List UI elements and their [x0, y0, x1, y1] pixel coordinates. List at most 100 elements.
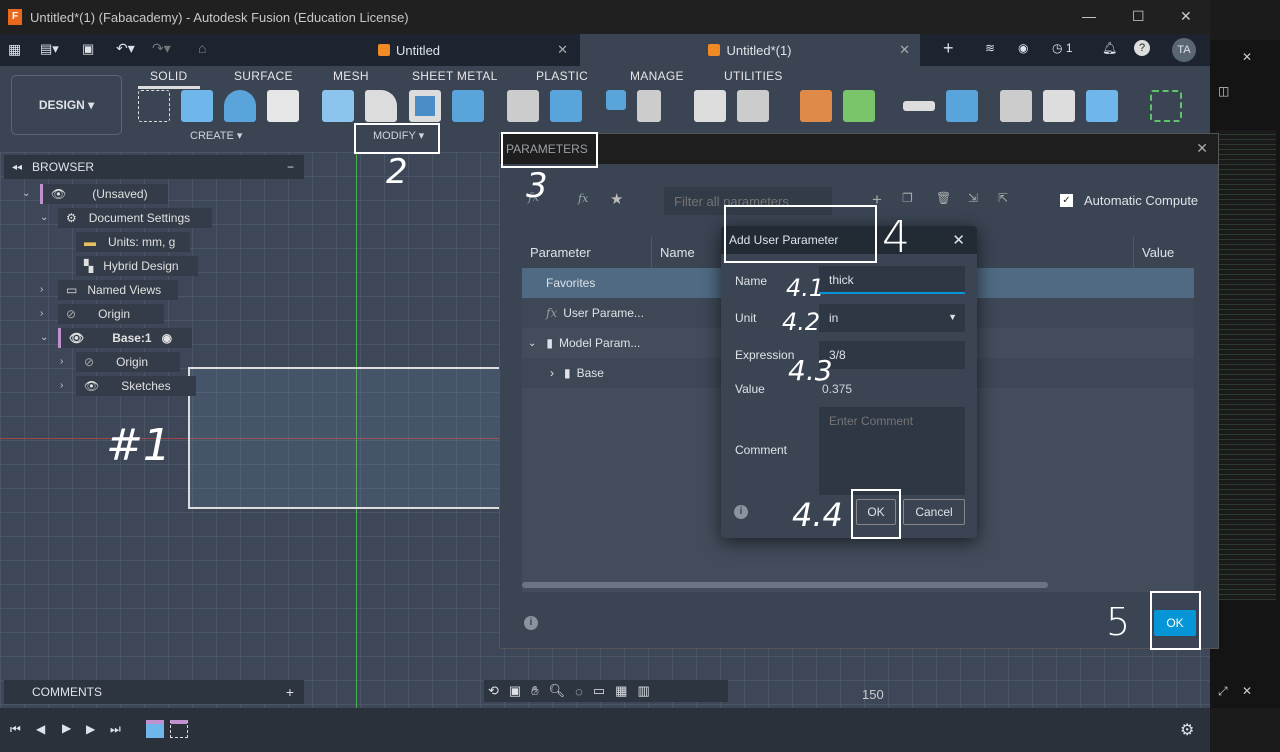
job-status-icon[interactable]: ◷ 1 — [1052, 41, 1073, 55]
insert-svg-icon[interactable] — [1000, 90, 1032, 122]
close-tab-icon[interactable]: ✕ — [557, 42, 568, 58]
collapse-panel-icon[interactable]: ◂◂ — [12, 162, 22, 173]
chevron-down-icon[interactable]: ⌄ — [22, 188, 30, 199]
midplane-icon[interactable] — [843, 90, 875, 122]
export-icon[interactable]: ⇱ — [998, 191, 1008, 205]
column-header-value[interactable]: Value — [1134, 236, 1194, 268]
browser-item-root[interactable]: 👁︎ (Unsaved) — [40, 184, 168, 204]
joint-icon[interactable] — [606, 90, 626, 110]
new-tab-button[interactable]: + — [943, 38, 954, 59]
tab-plastic[interactable]: PLASTIC — [536, 69, 588, 83]
browser-item-sketches[interactable]: 👁︎ Sketches — [76, 376, 196, 396]
grid-settings-icon[interactable]: ▦ — [615, 683, 627, 699]
close-icon[interactable]: ✕ — [1242, 50, 1252, 64]
cancel-button[interactable]: Cancel — [903, 499, 965, 525]
tab-utilities[interactable]: UTILITIES — [724, 69, 783, 83]
comment-textarea[interactable] — [819, 407, 965, 495]
help-icon[interactable]: ? — [1134, 40, 1150, 56]
play-icon[interactable]: ▶ — [62, 721, 71, 735]
user-parameter-filter-icon[interactable]: fx — [578, 192, 588, 205]
eye-icon[interactable]: 👁︎ — [51, 187, 66, 201]
browser-item-base-component[interactable]: 👁︎ Base:1 ◉ — [58, 328, 192, 348]
chevron-right-icon[interactable]: › — [60, 356, 63, 367]
online-status-icon[interactable]: ◉ — [1018, 41, 1028, 55]
chevron-right-icon[interactable]: › — [550, 366, 554, 380]
import-icon[interactable]: ⇲ — [968, 191, 978, 205]
browser-minimize-button[interactable]: − — [287, 160, 294, 174]
sketch-rectangle[interactable] — [188, 367, 508, 509]
new-component-icon[interactable] — [507, 90, 539, 122]
delete-icon[interactable]: 🗑︎ — [936, 191, 951, 205]
step-forward-icon[interactable]: ▶ — [86, 722, 95, 736]
table-icon[interactable] — [737, 90, 769, 122]
copy-icon[interactable]: ❐ — [902, 191, 913, 205]
browser-item-named-views[interactable]: ▭ Named Views — [58, 280, 178, 300]
tab-solid[interactable]: SOLID — [150, 69, 188, 83]
select-icon[interactable] — [1150, 90, 1182, 122]
workspace-switcher[interactable]: DESIGN ▾ — [11, 75, 122, 135]
browser-item-document-settings[interactable]: ⚙ Document Settings — [58, 208, 212, 228]
tab-mesh[interactable]: MESH — [333, 69, 369, 83]
eye-icon[interactable]: 👁︎ — [69, 331, 84, 345]
home-icon[interactable]: ⌂ — [198, 40, 206, 56]
press-pull-icon[interactable] — [322, 90, 354, 122]
motion-link-icon[interactable] — [637, 90, 661, 122]
timeline-component-feature[interactable] — [146, 720, 164, 738]
create-menu[interactable]: CREATE ▾ — [190, 129, 242, 142]
browser-item-component-origin[interactable]: ⊘ Origin — [76, 352, 180, 372]
favorites-star-icon[interactable]: ★ — [610, 190, 623, 208]
tab-untitled[interactable]: Untitled ✕ — [240, 34, 578, 66]
tab-sheet-metal[interactable]: SHEET METAL — [412, 69, 498, 83]
notifications-icon[interactable]: 🔔︎ — [1102, 41, 1117, 55]
browser-item-origin[interactable]: ⊘ Origin — [58, 304, 164, 324]
insert-mesh-icon[interactable] — [1043, 90, 1075, 122]
browser-item-units[interactable]: ▬ Units: mm, g — [76, 232, 190, 252]
add-comment-button[interactable]: + — [286, 684, 294, 700]
chevron-right-icon[interactable]: › — [60, 380, 63, 391]
app-grid-icon[interactable]: ▦ — [8, 41, 21, 58]
interference-icon[interactable] — [946, 90, 978, 122]
fillet-icon[interactable] — [365, 90, 397, 122]
go-to-end-icon[interactable]: ⏭ — [110, 722, 121, 737]
step-back-icon[interactable]: ◀ — [36, 722, 45, 736]
chevron-down-icon[interactable]: ⌄ — [528, 338, 536, 349]
configure-icon[interactable] — [694, 90, 726, 122]
zoom-icon[interactable]: 🔍︎ — [549, 683, 566, 699]
eye-hidden-icon[interactable]: ⊘ — [84, 355, 94, 369]
file-menu-icon[interactable]: ▤▾ — [40, 41, 59, 57]
timeline-sketch-feature[interactable] — [170, 720, 188, 738]
browser-item-hybrid-design[interactable]: ▚ Hybrid Design — [76, 256, 198, 276]
timeline-settings-icon[interactable]: ⚙ — [1180, 720, 1194, 740]
offset-plane-icon[interactable] — [800, 90, 832, 122]
expand-icon[interactable]: ⤢ — [1218, 684, 1228, 699]
close-icon[interactable]: ✕ — [1242, 684, 1252, 698]
info-icon[interactable]: i — [734, 505, 748, 519]
name-field[interactable]: thick — [819, 266, 965, 294]
look-at-icon[interactable]: ▣ — [509, 683, 521, 699]
eye-icon[interactable]: 👁︎ — [84, 379, 99, 393]
measure-icon[interactable] — [903, 101, 935, 111]
unit-select[interactable]: in ▼ — [819, 304, 965, 332]
close-dialog-icon[interactable]: ✕ — [952, 231, 965, 249]
create-sketch-icon[interactable] — [138, 90, 170, 122]
minimize-button[interactable]: — — [1082, 8, 1096, 24]
pan-icon[interactable]: ✋︎ — [531, 683, 538, 699]
combine-icon[interactable] — [452, 90, 484, 122]
revolve-icon[interactable] — [224, 90, 256, 122]
go-to-start-icon[interactable]: ⏮ — [10, 722, 21, 737]
eye-hidden-icon[interactable]: ⊘ — [66, 307, 76, 321]
shell-icon[interactable] — [409, 90, 441, 122]
chevron-right-icon[interactable]: › — [40, 308, 43, 319]
chevron-down-icon[interactable]: ⌄ — [40, 332, 48, 343]
tab-manage[interactable]: MANAGE — [630, 69, 684, 83]
undo-icon[interactable]: ↶▾ — [116, 40, 135, 57]
tab-untitled-1[interactable]: Untitled*(1) ✕ — [580, 34, 920, 66]
avatar[interactable]: TA — [1172, 38, 1196, 62]
save-icon[interactable]: ▣ — [82, 41, 94, 57]
extrude-icon[interactable] — [181, 90, 213, 122]
fit-icon[interactable]: ◌ — [575, 684, 583, 699]
activate-radio-icon[interactable]: ◉ — [162, 331, 172, 345]
column-header-parameter[interactable]: Parameter — [522, 236, 652, 268]
hole-icon[interactable] — [267, 90, 299, 122]
viewports-icon[interactable]: ▥ — [637, 683, 649, 699]
